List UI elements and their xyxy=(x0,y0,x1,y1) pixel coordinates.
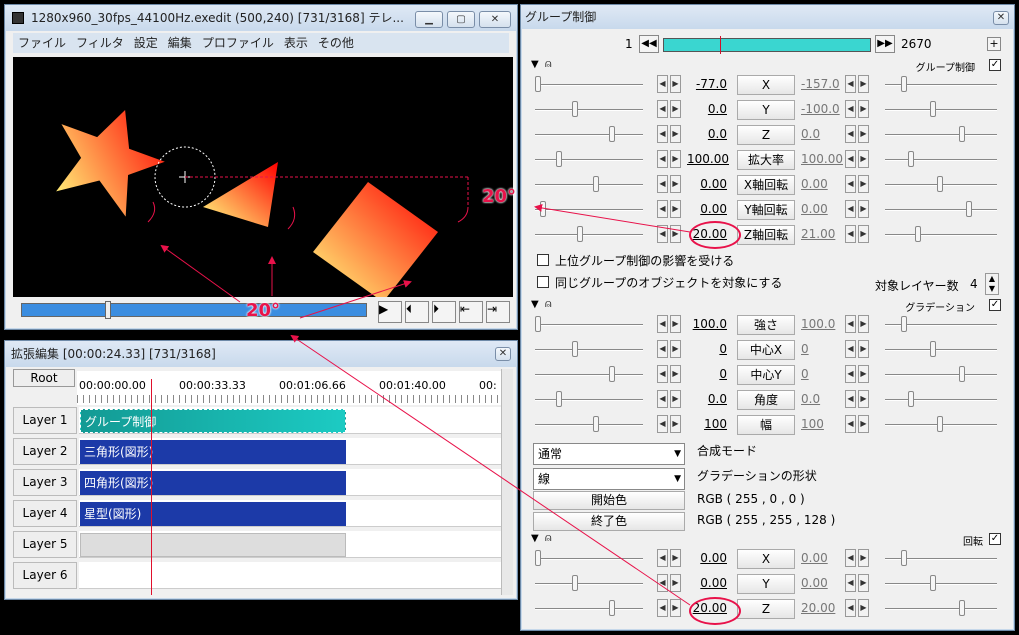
angle-annotation-2: 20° xyxy=(246,300,281,321)
annotation-arrows xyxy=(160,204,691,606)
angle-annotation-1: 20° xyxy=(482,186,517,207)
